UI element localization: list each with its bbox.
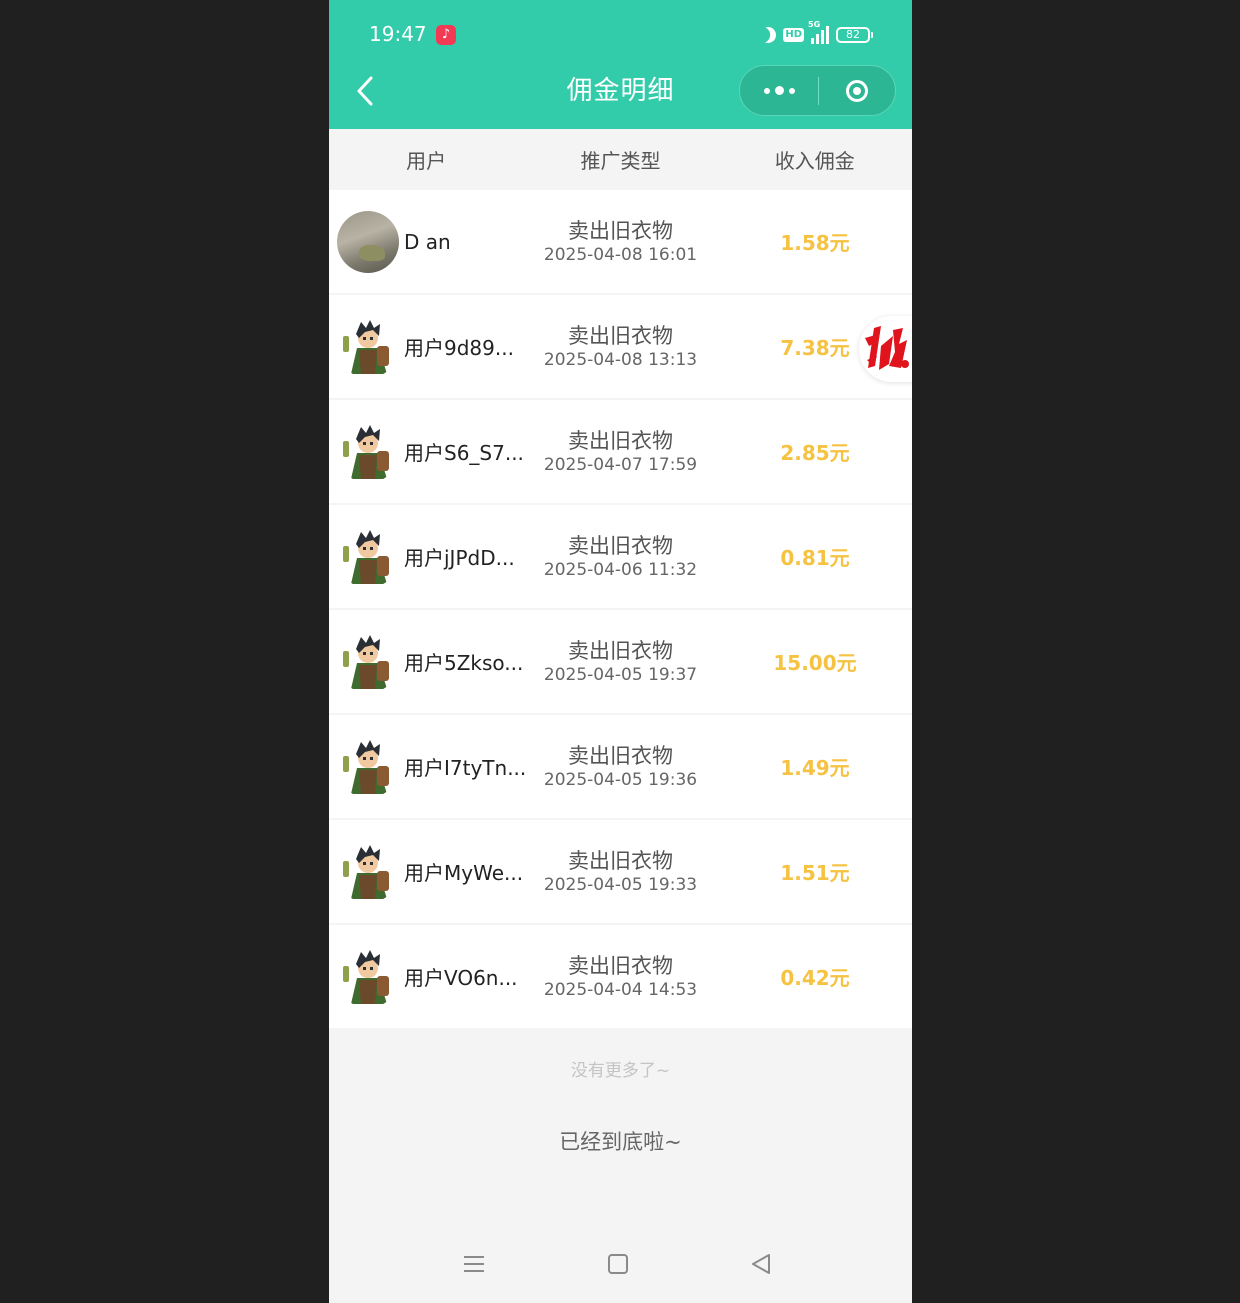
username: 用户9d89... xyxy=(404,336,514,360)
avatar xyxy=(337,315,399,378)
commission-amount: 0.42元 xyxy=(780,966,850,990)
hd-icon: HD xyxy=(783,28,804,42)
network-label: 5G xyxy=(808,20,821,29)
record-time: 2025-04-06 11:32 xyxy=(543,559,698,580)
column-header-type: 推广类型 xyxy=(580,149,661,173)
table-row[interactable]: 用户VO6n... 卖出旧衣物 2025-04-04 14:53 0.42元 xyxy=(329,925,912,1028)
user-cell: 用户I7tyTn... xyxy=(329,735,527,798)
battery-icon: 82 xyxy=(836,27,873,43)
system-navigation-bar xyxy=(329,1240,912,1295)
type-cell: 卖出旧衣物 2025-04-05 19:37 xyxy=(523,638,718,686)
record-time: 2025-04-05 19:37 xyxy=(543,664,698,685)
type-cell: 卖出旧衣物 2025-04-05 19:33 xyxy=(523,848,718,896)
promotion-type: 卖出旧衣物 xyxy=(568,428,673,453)
table-row[interactable]: 用户9d89... 卖出旧衣物 2025-04-08 13:13 7.38元 xyxy=(329,295,912,398)
table-row[interactable]: 用户jJPdD... 卖出旧衣物 2025-04-06 11:32 0.81元 xyxy=(329,505,912,608)
user-cell: 用户MyWe... xyxy=(329,840,524,903)
avatar xyxy=(337,630,399,693)
square-home-icon[interactable] xyxy=(607,1252,629,1276)
avatar xyxy=(337,735,399,798)
commission-amount: 0.81元 xyxy=(780,546,850,570)
promotion-type: 卖出旧衣物 xyxy=(568,218,673,243)
bottom-reached-text: 已经到底啦~ xyxy=(559,1130,682,1154)
record-time: 2025-04-05 19:36 xyxy=(543,769,698,790)
promotion-type: 卖出旧衣物 xyxy=(568,533,673,558)
commission-amount: 1.51元 xyxy=(780,861,850,885)
type-cell: 卖出旧衣物 2025-04-08 16:01 xyxy=(523,218,718,266)
record-time: 2025-04-04 14:53 xyxy=(543,979,698,1000)
username: 用户jJPdD... xyxy=(404,546,515,570)
commission-list: D an 卖出旧衣物 2025-04-08 16:01 1.58元 用户9d89... 卖… xyxy=(329,190,912,1030)
avatar xyxy=(337,945,399,1008)
record-time: 2025-04-08 16:01 xyxy=(543,244,698,265)
user-cell: 用户VO6n... xyxy=(329,945,523,1008)
username: 用户I7tyTn... xyxy=(404,756,527,780)
promotion-type: 卖出旧衣物 xyxy=(568,848,673,873)
username: 用户S6_S7... xyxy=(404,441,524,465)
avatar xyxy=(337,525,399,588)
user-cell: D an xyxy=(329,210,523,273)
type-cell: 卖出旧衣物 2025-04-06 11:32 xyxy=(523,533,718,581)
record-time: 2025-04-05 19:33 xyxy=(543,874,698,895)
more-dots-icon xyxy=(763,87,770,94)
signal-icon: 5G xyxy=(808,20,829,44)
triangle-back-icon[interactable] xyxy=(750,1252,772,1276)
avatar xyxy=(337,210,399,273)
user-cell: 用户S6_S7... xyxy=(329,420,524,483)
avatar xyxy=(337,840,399,903)
menu-lines-icon[interactable] xyxy=(462,1252,486,1276)
close-mini-program-button[interactable] xyxy=(819,65,895,116)
commission-amount: 1.49元 xyxy=(780,756,850,780)
table-header: 用户 推广类型 收入佣金 xyxy=(329,129,912,190)
commission-amount: 15.00元 xyxy=(773,651,857,675)
username: D an xyxy=(404,229,451,254)
type-cell: 卖出旧衣物 2025-04-08 13:13 xyxy=(523,323,718,371)
table-row[interactable]: 用户S6_S7... 卖出旧衣物 2025-04-07 17:59 2.85元 xyxy=(329,400,912,503)
header-bar: 19:47 ♪ HD 5G 82 佣金明细 xyxy=(329,0,912,129)
table-row[interactable]: 用户I7tyTn... 卖出旧衣物 2025-04-05 19:36 1.49元 xyxy=(329,715,912,818)
type-cell: 卖出旧衣物 2025-04-07 17:59 xyxy=(523,428,718,476)
red-brush-logo-icon xyxy=(865,326,909,370)
column-header-user: 用户 xyxy=(406,149,447,173)
table-row[interactable]: 用户MyWe... 卖出旧衣物 2025-04-05 19:33 1.51元 xyxy=(329,820,912,923)
username: 用户VO6n... xyxy=(404,966,518,990)
commission-amount: 1.58元 xyxy=(780,231,850,255)
promotion-type: 卖出旧衣物 xyxy=(568,638,673,663)
table-row[interactable]: 用户5Zkso... 卖出旧衣物 2025-04-05 19:37 15.00元 xyxy=(329,610,912,713)
record-time: 2025-04-08 13:13 xyxy=(543,349,698,370)
promotion-type: 卖出旧衣物 xyxy=(568,743,673,768)
promotion-type: 卖出旧衣物 xyxy=(568,323,673,348)
table-row[interactable]: D an 卖出旧衣物 2025-04-08 16:01 1.58元 xyxy=(329,190,912,293)
no-more-text: 没有更多了~ xyxy=(570,1061,671,1081)
type-cell: 卖出旧衣物 2025-04-05 19:36 xyxy=(523,743,718,791)
record-time: 2025-04-07 17:59 xyxy=(543,454,698,475)
type-cell: 卖出旧衣物 2025-04-04 14:53 xyxy=(523,953,718,1001)
floating-service-button[interactable] xyxy=(859,316,912,382)
column-header-amount: 收入佣金 xyxy=(774,149,855,173)
commission-amount: 2.85元 xyxy=(780,441,850,465)
music-app-icon: ♪ xyxy=(436,25,456,45)
user-cell: 用户5Zkso... xyxy=(329,630,524,693)
user-cell: 用户9d89... xyxy=(329,315,523,378)
status-time: 19:47 xyxy=(369,22,427,46)
username: 用户5Zkso... xyxy=(404,651,524,675)
phone-screen: 19:47 ♪ HD 5G 82 佣金明细 用户 推广类型 收入佣金 D an … xyxy=(329,0,912,1303)
moon-icon xyxy=(757,24,779,46)
mini-program-capsule xyxy=(739,65,896,116)
avatar xyxy=(337,420,399,483)
status-icons: HD 5G 82 xyxy=(757,20,873,46)
promotion-type: 卖出旧衣物 xyxy=(568,953,673,978)
user-cell: 用户jJPdD... xyxy=(329,525,523,588)
target-icon xyxy=(846,79,868,102)
username: 用户MyWe... xyxy=(404,861,524,885)
more-button[interactable] xyxy=(740,65,818,116)
